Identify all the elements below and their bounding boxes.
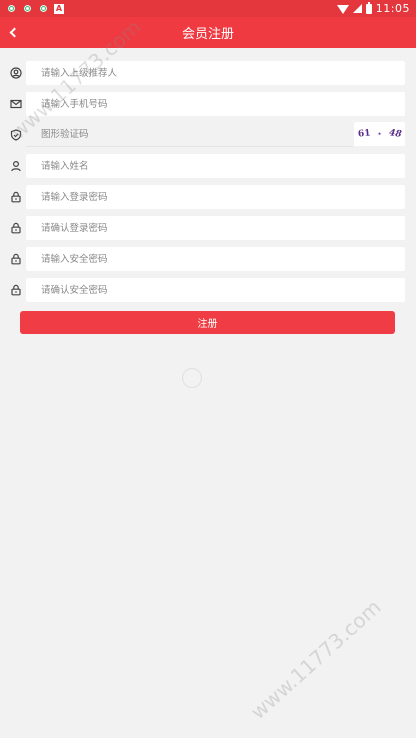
login-password-row xyxy=(0,184,416,210)
referrer-input[interactable] xyxy=(26,61,405,85)
confirm-login-password-row xyxy=(0,215,416,241)
system-icons: 11:05 xyxy=(336,1,410,15)
lock-icon xyxy=(9,221,23,235)
nav-bar: 会员注册 xyxy=(0,17,416,48)
person-icon xyxy=(9,159,23,173)
captcha-char: 61 xyxy=(357,128,371,140)
name-input[interactable] xyxy=(26,154,405,178)
confirm-security-password-input[interactable] xyxy=(26,278,405,302)
phone-input[interactable] xyxy=(26,92,405,116)
lock-icon xyxy=(9,252,23,266)
user-circle-icon xyxy=(9,66,23,80)
app-notification-icon xyxy=(38,3,49,14)
confirm-login-password-input[interactable] xyxy=(26,216,405,240)
status-bar: A 11:05 xyxy=(0,0,416,17)
signal-icon xyxy=(352,4,362,13)
page-title: 会员注册 xyxy=(181,27,234,42)
wifi-icon xyxy=(336,5,349,14)
status-time: 11:05 xyxy=(375,2,410,15)
back-button[interactable] xyxy=(6,24,20,41)
captcha-char: • xyxy=(377,130,382,138)
confirm-security-password-row xyxy=(0,277,416,303)
security-password-input[interactable] xyxy=(26,247,405,271)
watermark-logo xyxy=(182,368,202,388)
captcha-char: 48 xyxy=(388,128,402,140)
referrer-row xyxy=(0,60,416,86)
captcha-image[interactable]: 61 • 48 xyxy=(354,122,405,146)
captcha-row: 61 • 48 xyxy=(0,122,416,148)
register-button[interactable]: 注册 xyxy=(20,311,395,334)
app-notification-icon xyxy=(6,3,17,14)
security-password-row xyxy=(0,246,416,272)
lock-icon xyxy=(9,190,23,204)
phone-row xyxy=(0,91,416,117)
name-row xyxy=(0,153,416,179)
watermark: www.11773.com xyxy=(245,594,386,724)
captcha-input[interactable] xyxy=(26,123,353,147)
envelope-icon xyxy=(9,97,23,111)
shield-check-icon xyxy=(9,128,23,142)
battery-icon xyxy=(365,1,372,14)
lock-icon xyxy=(9,283,23,297)
notification-icons: A xyxy=(6,3,64,14)
app-notification-icon xyxy=(22,3,33,14)
app-a-icon: A xyxy=(54,3,64,14)
chevron-left-icon xyxy=(9,27,20,38)
login-password-input[interactable] xyxy=(26,185,405,209)
